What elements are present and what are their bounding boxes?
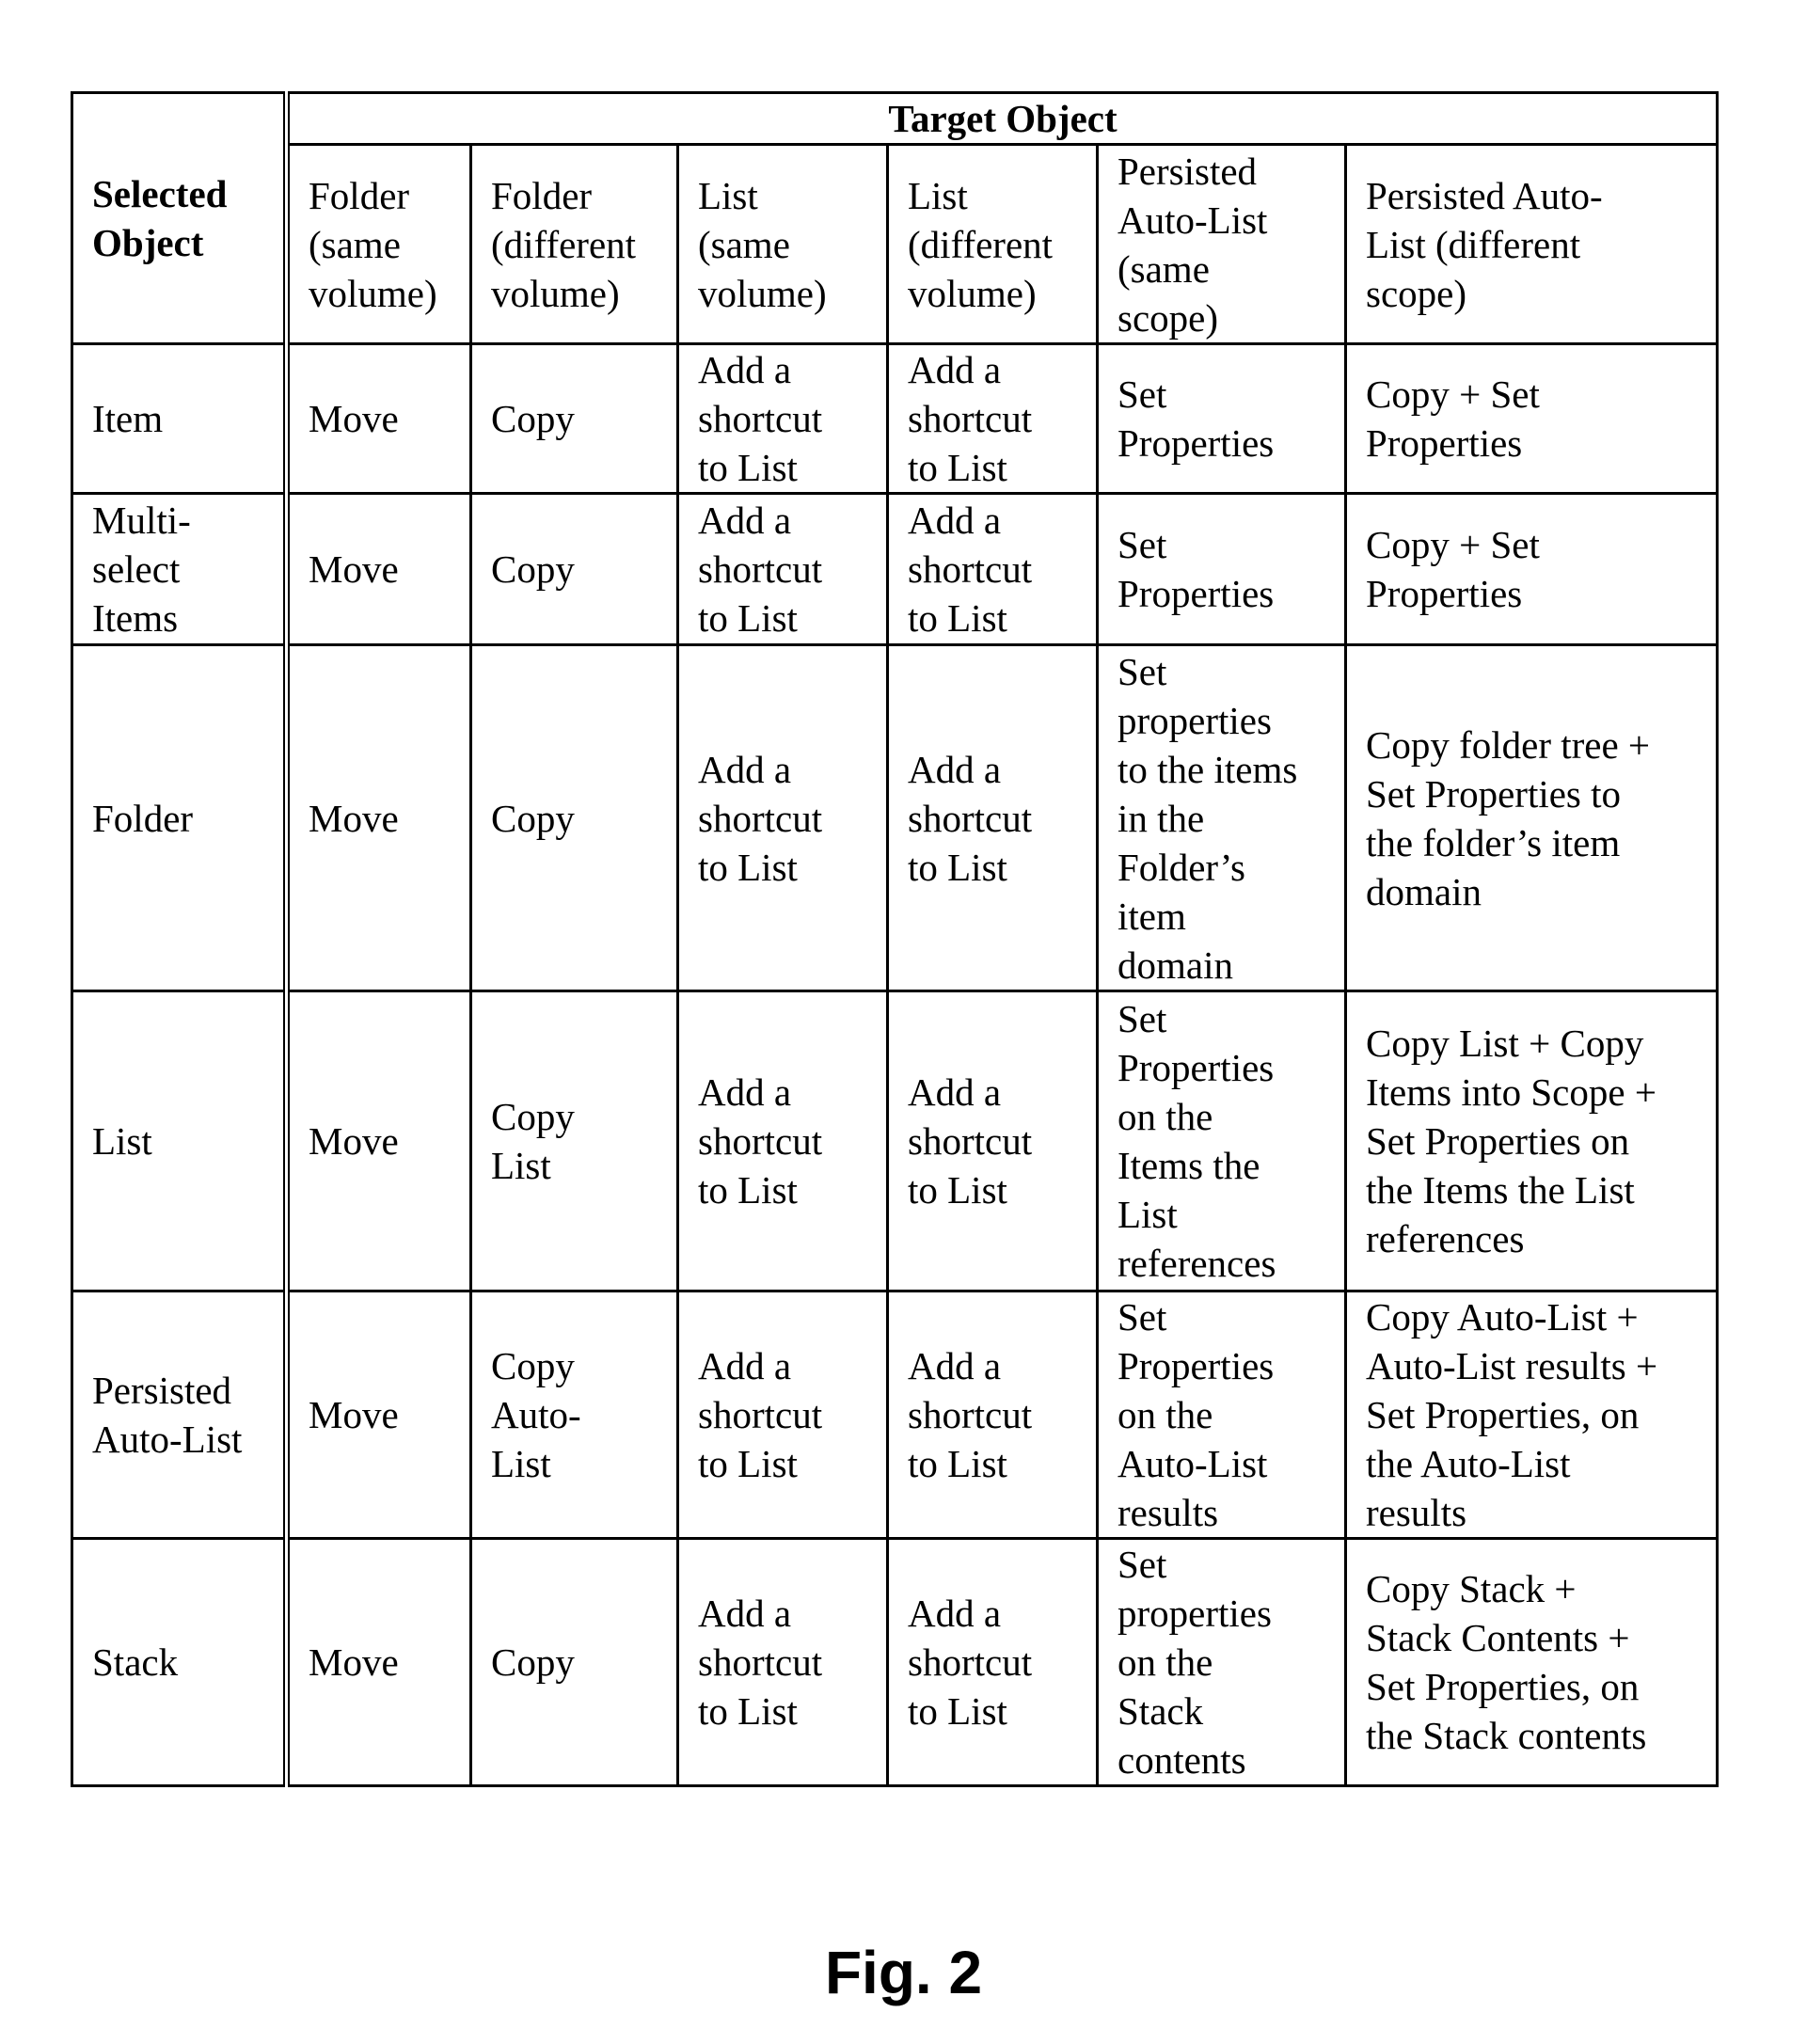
table-cell: Copy folder tree + Set Properties to the…	[1344, 643, 1719, 992]
table-row: Multi- select Items Move Copy Add a shor…	[71, 492, 1719, 646]
column-header: List (same volume)	[676, 143, 889, 345]
table-cell: Add a shortcut to List	[886, 1537, 1099, 1787]
figure-caption: Fig. 2	[824, 1939, 983, 2006]
column-header: Persisted Auto- List (different scope)	[1344, 143, 1719, 345]
table-cell: Copy List	[469, 990, 679, 1292]
table-cell: Set properties on the Stack contents	[1096, 1537, 1347, 1787]
target-object-header: Target Object	[285, 90, 1719, 147]
row-header: Stack	[71, 1537, 290, 1787]
table-cell: Copy + Set Properties	[1344, 342, 1719, 495]
column-header: Folder (same volume)	[285, 143, 472, 345]
table-cell: Copy	[469, 643, 679, 992]
table-cell: Add a shortcut to List	[676, 342, 889, 495]
table-cell: Add a shortcut to List	[886, 492, 1099, 646]
table-cell: Add a shortcut to List	[886, 643, 1099, 992]
table-cell: Move	[285, 1290, 472, 1540]
table-cell: Set Properties	[1096, 492, 1347, 646]
table-cell: Set Properties on the Items the List ref…	[1096, 990, 1347, 1292]
table-cell: Set Properties on the Auto-List results	[1096, 1290, 1347, 1540]
table-row: Folder Move Copy Add a shortcut to List …	[71, 643, 1719, 992]
column-header: List (different volume)	[886, 143, 1099, 345]
table-row: List Move Copy List Add a shortcut to Li…	[71, 990, 1719, 1292]
table-cell: Add a shortcut to List	[676, 643, 889, 992]
table-row: Persisted Auto-List Move Copy Auto- List…	[71, 1290, 1719, 1540]
row-header: Persisted Auto-List	[71, 1290, 290, 1540]
row-header: List	[71, 990, 290, 1292]
column-header: Persisted Auto-List (same scope)	[1096, 143, 1347, 345]
table-cell: Set properties to the items in the Folde…	[1096, 643, 1347, 992]
row-header: Folder	[71, 643, 290, 992]
table-cell: Add a shortcut to List	[676, 1537, 889, 1787]
table-cell: Copy + Set Properties	[1344, 492, 1719, 646]
row-header: Multi- select Items	[71, 492, 290, 646]
selected-object-header: Selected Object	[71, 91, 290, 345]
table-cell: Copy Auto- List	[469, 1290, 679, 1540]
table-cell: Add a shortcut to List	[676, 492, 889, 646]
table-cell: Move	[285, 643, 472, 992]
table-cell: Set Properties	[1096, 342, 1347, 495]
table-cell: Move	[285, 342, 472, 495]
table-cell: Add a shortcut to List	[676, 1290, 889, 1540]
table-cell: Add a shortcut to List	[886, 1290, 1099, 1540]
table-cell: Copy Auto-List + Auto-List results + Set…	[1344, 1290, 1719, 1540]
table-row: Item Move Copy Add a shortcut to List Ad…	[71, 342, 1719, 495]
object-action-table: Selected Object Target Object Folder (sa…	[71, 90, 1719, 1787]
table-cell: Move	[285, 1537, 472, 1787]
table-cell: Add a shortcut to List	[886, 342, 1099, 495]
table-cell: Copy Stack + Stack Contents + Set Proper…	[1344, 1537, 1719, 1787]
table-cell: Move	[285, 492, 472, 646]
table-cell: Add a shortcut to List	[886, 990, 1099, 1292]
table-cell: Add a shortcut to List	[676, 990, 889, 1292]
table-cell: Copy	[469, 342, 679, 495]
table-cell: Copy List + Copy Items into Scope + Set …	[1344, 990, 1719, 1292]
table-cell: Copy	[469, 492, 679, 646]
table-cell: Copy	[469, 1537, 679, 1787]
row-header: Item	[71, 342, 290, 495]
column-header: Folder (different volume)	[469, 143, 679, 345]
table-row: Stack Move Copy Add a shortcut to List A…	[71, 1537, 1719, 1787]
table-cell: Move	[285, 990, 472, 1292]
